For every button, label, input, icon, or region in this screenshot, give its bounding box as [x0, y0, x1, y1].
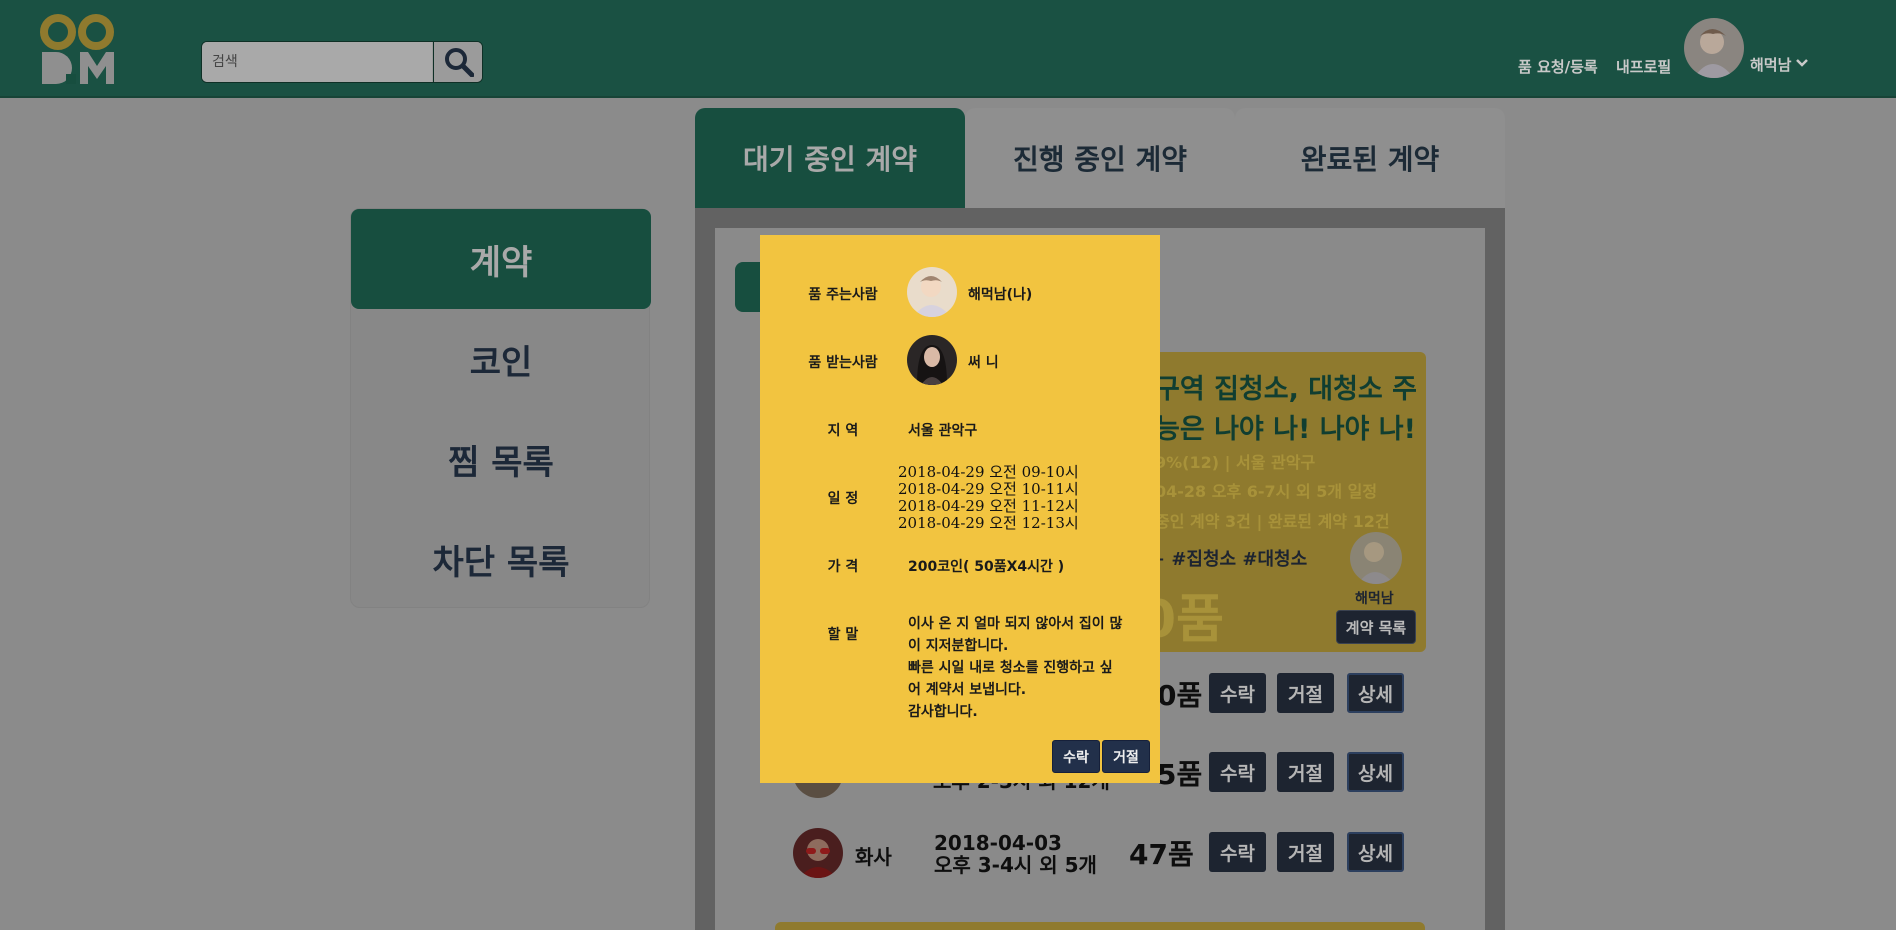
modal-reject-button[interactable]: 거절	[1102, 740, 1150, 773]
search-button[interactable]	[433, 42, 482, 82]
tab-ongoing-contracts[interactable]: 진행 중인 계약	[965, 108, 1235, 208]
nav-request-register-link[interactable]: 품 요청/등록	[1518, 56, 1598, 77]
user-avatar-image	[1684, 18, 1744, 78]
row-price: 47품	[1129, 838, 1194, 871]
side-menu: 계약 코인 찜 목록 차단 목록	[350, 208, 651, 609]
schedule-item: 2018-04-29 오전 12-13시	[898, 514, 1079, 532]
listing-schedule: 04-28 오후 6-7시 외 5개 일정	[1155, 482, 1378, 501]
listing-card: 구역 집청소, 대청소 주 능은 나야 나! 나야 나! 9%(12) | 서울…	[1140, 352, 1426, 652]
receiver-label: 품 받는사람	[808, 355, 878, 371]
top-header: 품 요청/등록 내프로필 해먹남	[0, 0, 1896, 98]
giver-avatar	[907, 267, 957, 317]
accept-button[interactable]: 수락	[1209, 673, 1266, 713]
receiver-avatar	[907, 335, 957, 385]
receiver-name: 써 니	[968, 355, 999, 371]
row-price: 0품	[1157, 679, 1203, 712]
reject-button[interactable]: 거절	[1277, 832, 1334, 872]
modal-accept-button[interactable]: 수락	[1052, 740, 1100, 773]
search-input[interactable]	[202, 42, 432, 82]
accept-button[interactable]: 수락	[1209, 832, 1266, 872]
listing-owner-avatar	[1350, 532, 1402, 584]
side-menu-contract[interactable]: 계약	[351, 209, 651, 309]
detail-button[interactable]: 상세	[1347, 673, 1404, 713]
region-value: 서울 관악구	[908, 423, 978, 439]
listing-tags: + #집청소 #대청소	[1150, 549, 1308, 570]
app-logo[interactable]	[40, 12, 122, 86]
region-label: 지 역	[827, 423, 859, 439]
giver-label: 품 주는사람	[808, 287, 878, 303]
schedule-label: 일 정	[827, 491, 859, 507]
listing-contract-counts: 중인 계약 3건 | 완료된 계약 12건	[1155, 512, 1390, 531]
tab-completed-contracts[interactable]: 완료된 계약	[1235, 108, 1505, 208]
listing-owner-name: 해먹남	[1355, 591, 1394, 607]
message-text: 이사 온 지 얼마 되지 않아서 집이 많 이 지저분합니다. 빠른 시일 내로…	[908, 616, 1123, 720]
giver-name: 해먹남(나)	[968, 287, 1033, 303]
message-label: 할 말	[827, 627, 859, 643]
schedule-item: 2018-04-29 오전 09-10시	[898, 463, 1079, 481]
price-label: 가 격	[827, 559, 859, 575]
search-bar	[201, 41, 483, 83]
chevron-down-icon[interactable]	[1796, 58, 1808, 68]
reject-button[interactable]: 거절	[1277, 752, 1334, 792]
nav-my-profile-link[interactable]: 내프로필	[1616, 56, 1671, 77]
schedule-list: 2018-04-29 오전 09-10시 2018-04-29 오전 10-11…	[898, 464, 1079, 532]
detail-button[interactable]: 상세	[1347, 752, 1404, 792]
price-value: 200코인( 50품X4시간 )	[908, 559, 1065, 575]
side-menu-blocklist[interactable]: 차단 목록	[351, 509, 651, 609]
row-price: 5품	[1157, 758, 1203, 791]
next-card-edge	[775, 922, 1425, 930]
schedule-item: 2018-04-29 오전 10-11시	[898, 480, 1079, 498]
contract-detail-modal: 품 주는사람 해먹남(나) 품 받는사람 써 니 지 역 서울 관악구 일 정 …	[760, 235, 1160, 783]
schedule-item: 2018-04-29 오전 11-12시	[898, 497, 1079, 515]
row-name: 화사	[855, 845, 892, 869]
side-menu-coin[interactable]: 코인	[351, 309, 651, 409]
accept-button[interactable]: 수락	[1209, 752, 1266, 792]
row-date: 2018-04-03 오후 3-4시 외 5개	[934, 831, 1097, 877]
listing-title: 구역 집청소, 대청소 주 능은 나야 나! 나야 나!	[1155, 374, 1418, 445]
listing-rating-region: 9%(12) | 서울 관악구	[1155, 453, 1316, 472]
search-icon	[444, 48, 474, 77]
user-avatar[interactable]	[1684, 18, 1744, 78]
tab-pending-contracts[interactable]: 대기 중인 계약	[695, 108, 965, 208]
side-menu-wishlist[interactable]: 찜 목록	[351, 409, 651, 509]
contract-list-button[interactable]: 계약 목록	[1336, 610, 1416, 644]
row-avatar[interactable]	[793, 828, 843, 878]
detail-button[interactable]: 상세	[1347, 832, 1404, 872]
reject-button[interactable]: 거절	[1277, 673, 1334, 713]
user-name[interactable]: 해먹남	[1750, 54, 1791, 75]
